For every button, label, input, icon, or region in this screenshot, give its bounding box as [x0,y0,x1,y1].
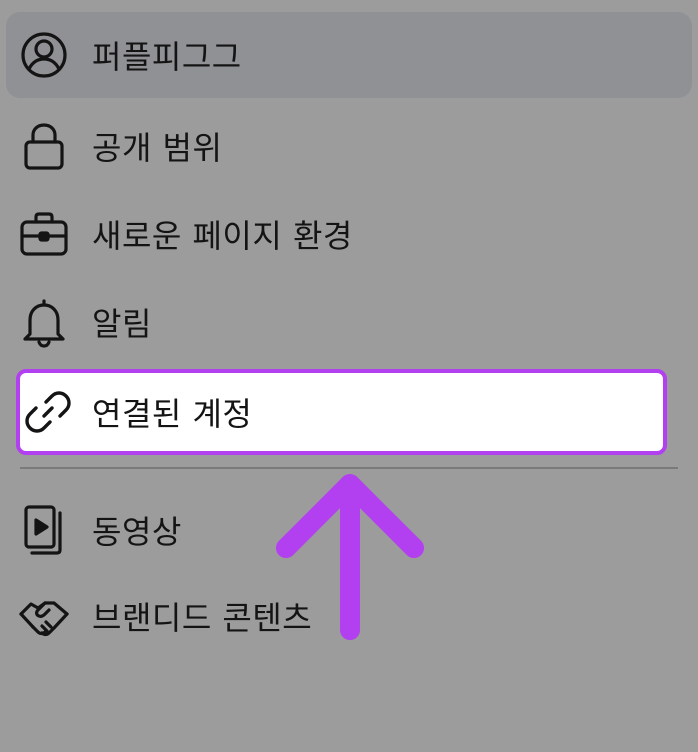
menu-item-label: 알림 [92,305,152,343]
person-circle-icon [18,29,70,81]
menu-item-privacy[interactable]: 공개 범위 [0,104,698,188]
link-icon [22,386,74,438]
menu-item-label: 연결된 계정 [92,395,253,433]
up-arrow-icon [276,474,424,640]
handshake-icon [18,590,70,642]
menu-item-new-page-experience[interactable]: 새로운 페이지 환경 [0,192,698,276]
menu-item-label: 공개 범위 [92,129,223,167]
briefcase-icon [18,208,70,260]
menu-item-label: 새로운 페이지 환경 [92,217,353,255]
lock-icon [18,120,70,172]
menu-item-label: 동영상 [92,513,182,551]
menu-item-profile[interactable]: 퍼플피그그 [6,12,692,98]
menu-item-linked-accounts[interactable]: 연결된 계정 [16,369,667,455]
video-icon [18,504,70,556]
bell-icon [18,296,70,348]
menu-item-label: 퍼플피그그 [92,38,242,76]
divider [20,467,678,469]
menu-item-notifications[interactable]: 알림 [0,280,698,364]
